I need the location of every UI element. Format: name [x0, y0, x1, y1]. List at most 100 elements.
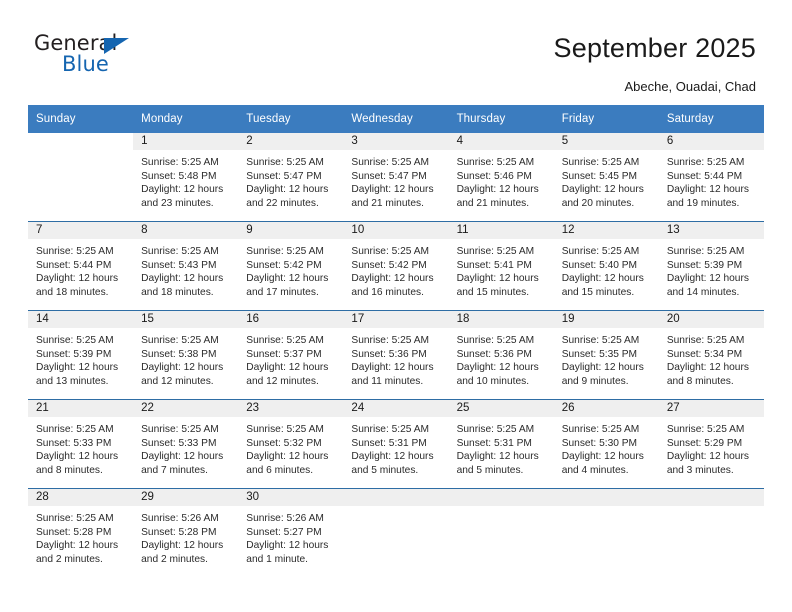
day-sun-info: Sunrise: 5:25 AM Sunset: 5:36 PM Daylight:…: [343, 328, 448, 388]
calendar-cell-inner: 21 Sunrise: 5:25 AM Sunset: 5:33 PM Dayligh…: [28, 400, 134, 488]
calendar-week-row: 28 Sunrise: 5:25 AM Sunset: 5:28 PM Dayligh…: [28, 488, 764, 577]
calendar-cell-inner: 17 Sunrise: 5:25 AM Sunset: 5:36 PM Dayligh…: [343, 311, 449, 399]
calendar-day-cell[interactable]: 19 Sunrise: 5:25 AM Sunset: 5:35 PM Dayligh…: [553, 310, 659, 400]
calendar-day-cell[interactable]: 14 Sunrise: 5:25 AM Sunset: 5:39 PM Dayligh…: [28, 310, 134, 400]
sunset-text: Sunset: 5:28 PM: [36, 526, 112, 538]
calendar-day-cell[interactable]: 22 Sunrise: 5:25 AM Sunset: 5:33 PM Dayligh…: [133, 399, 239, 489]
calendar-cell-inner: 22 Sunrise: 5:25 AM Sunset: 5:33 PM Dayligh…: [133, 400, 239, 488]
day-number: [343, 489, 449, 506]
day-number: 5: [553, 133, 659, 150]
calendar-week-row: 7 Sunrise: 5:25 AM Sunset: 5:44 PM Daylight…: [28, 221, 764, 311]
calendar-day-cell[interactable]: 16 Sunrise: 5:25 AM Sunset: 5:37 PM Dayligh…: [238, 310, 344, 400]
daylight-text-line1: Daylight: 12 hours: [351, 273, 434, 285]
calendar-day-cell[interactable]: 29 Sunrise: 5:26 AM Sunset: 5:28 PM Dayligh…: [133, 488, 239, 577]
sunrise-text: Sunrise: 5:26 AM: [141, 513, 219, 524]
daylight-text-line2: and 2 minutes.: [141, 553, 208, 565]
general-blue-logo[interactable]: General Blue: [34, 33, 164, 83]
sunrise-text: Sunrise: 5:25 AM: [456, 157, 535, 168]
daylight-text-line1: Daylight: 12 hours: [456, 451, 539, 463]
calendar-day-cell[interactable]: 26 Sunrise: 5:25 AM Sunset: 5:30 PM Dayligh…: [553, 399, 659, 489]
calendar-day-cell[interactable]: 30 Sunrise: 5:26 AM Sunset: 5:27 PM Dayligh…: [238, 488, 344, 577]
sunset-text: Sunset: 5:42 PM: [351, 259, 427, 271]
calendar-week-row: 21 Sunrise: 5:25 AM Sunset: 5:33 PM Dayligh…: [28, 399, 764, 489]
calendar-day-cell[interactable]: 12 Sunrise: 5:25 AM Sunset: 5:40 PM Dayligh…: [553, 221, 659, 311]
calendar-cell-inner: 16 Sunrise: 5:25 AM Sunset: 5:37 PM Dayligh…: [238, 311, 344, 399]
calendar-day-cell[interactable]: 25 Sunrise: 5:25 AM Sunset: 5:31 PM Dayligh…: [448, 399, 554, 489]
day-sun-info: Sunrise: 5:25 AM Sunset: 5:33 PM Daylight:…: [28, 417, 133, 477]
sunrise-text: Sunrise: 5:25 AM: [666, 157, 745, 168]
daylight-text-line1: Daylight: 12 hours: [36, 273, 119, 285]
day-number: [448, 489, 554, 506]
calendar-day-cell[interactable]: 10 Sunrise: 5:25 AM Sunset: 5:42 PM Dayligh…: [343, 221, 449, 311]
day-sun-info: Sunrise: 5:25 AM Sunset: 5:40 PM Daylight:…: [554, 239, 659, 299]
sunrise-text: Sunrise: 5:25 AM: [246, 424, 324, 435]
calendar-cell-inner: 1 Sunrise: 5:25 AM Sunset: 5:48 PM Daylight…: [133, 133, 239, 221]
calendar-day-cell[interactable]: 17 Sunrise: 5:25 AM Sunset: 5:36 PM Dayligh…: [343, 310, 449, 400]
sunset-text: Sunset: 5:36 PM: [456, 348, 532, 360]
daylight-text-line1: Daylight: 12 hours: [666, 362, 749, 374]
day-number: 27: [658, 400, 764, 417]
calendar-day-cell[interactable]: 7 Sunrise: 5:25 AM Sunset: 5:44 PM Daylight…: [28, 221, 134, 311]
weekday-header-saturday: Saturday: [658, 105, 764, 133]
calendar-day-cell[interactable]: 21 Sunrise: 5:25 AM Sunset: 5:33 PM Dayligh…: [28, 399, 134, 489]
calendar-day-cell[interactable]: 2 Sunrise: 5:25 AM Sunset: 5:47 PM Daylight…: [238, 133, 344, 222]
calendar-day-cell[interactable]: 13 Sunrise: 5:25 AM Sunset: 5:39 PM Dayligh…: [658, 221, 764, 311]
sunset-text: Sunset: 5:36 PM: [351, 348, 427, 360]
calendar-cell-inner: 27 Sunrise: 5:25 AM Sunset: 5:29 PM Dayligh…: [658, 400, 764, 488]
weekday-header-friday: Friday: [553, 105, 659, 133]
calendar-day-cell[interactable]: 24 Sunrise: 5:25 AM Sunset: 5:31 PM Dayligh…: [343, 399, 449, 489]
page-subtitle-location: Abeche, Ouadai, Chad: [624, 79, 756, 94]
calendar-day-cell[interactable]: 11 Sunrise: 5:25 AM Sunset: 5:41 PM Dayligh…: [448, 221, 554, 311]
weekday-header-sunday: Sunday: [28, 105, 134, 133]
daylight-text-line2: and 16 minutes.: [351, 286, 424, 298]
sunrise-text: Sunrise: 5:25 AM: [561, 157, 640, 168]
day-number: 29: [133, 489, 239, 506]
sunrise-text: Sunrise: 5:25 AM: [561, 424, 640, 435]
day-number: 8: [133, 222, 239, 239]
calendar-day-cell[interactable]: 6 Sunrise: 5:25 AM Sunset: 5:44 PM Daylight…: [658, 133, 764, 222]
calendar-day-cell[interactable]: 28 Sunrise: 5:25 AM Sunset: 5:28 PM Dayligh…: [28, 488, 134, 577]
calendar-day-cell[interactable]: 9 Sunrise: 5:25 AM Sunset: 5:42 PM Daylight…: [238, 221, 344, 311]
calendar-day-cell[interactable]: 4 Sunrise: 5:25 AM Sunset: 5:46 PM Daylight…: [448, 133, 554, 222]
calendar-day-cell[interactable]: 8 Sunrise: 5:25 AM Sunset: 5:43 PM Daylight…: [133, 221, 239, 311]
sunrise-text: Sunrise: 5:25 AM: [141, 335, 219, 346]
sunset-text: Sunset: 5:32 PM: [246, 437, 322, 449]
daylight-text-line2: and 10 minutes.: [456, 375, 530, 387]
calendar-cell-inner: 30 Sunrise: 5:26 AM Sunset: 5:27 PM Dayligh…: [238, 489, 344, 577]
daylight-text-line1: Daylight: 12 hours: [456, 273, 539, 285]
day-sun-info: Sunrise: 5:25 AM Sunset: 5:38 PM Daylight:…: [133, 328, 238, 388]
calendar-cell-inner: [343, 489, 449, 577]
calendar-day-cell[interactable]: 3 Sunrise: 5:25 AM Sunset: 5:47 PM Daylight…: [343, 133, 449, 222]
daylight-text-line2: and 3 minutes.: [666, 464, 734, 476]
day-number: 20: [658, 311, 764, 328]
day-sun-info: Sunrise: 5:25 AM Sunset: 5:43 PM Daylight:…: [133, 239, 238, 299]
calendar-day-cell[interactable]: 20 Sunrise: 5:25 AM Sunset: 5:34 PM Dayligh…: [658, 310, 764, 400]
sunrise-text: Sunrise: 5:25 AM: [36, 513, 114, 524]
sunset-text: Sunset: 5:35 PM: [561, 348, 638, 360]
weekday-header-monday: Monday: [133, 105, 239, 133]
daylight-text-line2: and 5 minutes.: [456, 464, 524, 476]
daylight-text-line2: and 6 minutes.: [246, 464, 314, 476]
calendar-cell-inner: 18 Sunrise: 5:25 AM Sunset: 5:36 PM Dayligh…: [448, 311, 554, 399]
day-sun-info: Sunrise: 5:25 AM Sunset: 5:42 PM Daylight:…: [238, 239, 343, 299]
calendar-day-cell[interactable]: 15 Sunrise: 5:25 AM Sunset: 5:38 PM Dayligh…: [133, 310, 239, 400]
calendar-cell-inner: 4 Sunrise: 5:25 AM Sunset: 5:46 PM Daylight…: [448, 133, 554, 221]
calendar-day-cell[interactable]: 27 Sunrise: 5:25 AM Sunset: 5:29 PM Dayligh…: [658, 399, 764, 489]
daylight-text-line1: Daylight: 12 hours: [561, 273, 644, 285]
calendar-cell-inner: 8 Sunrise: 5:25 AM Sunset: 5:43 PM Daylight…: [133, 222, 239, 310]
day-number: 6: [658, 133, 764, 150]
sunrise-text: Sunrise: 5:25 AM: [246, 246, 324, 257]
calendar-day-cell[interactable]: 5 Sunrise: 5:25 AM Sunset: 5:45 PM Daylight…: [553, 133, 659, 222]
calendar-grid: Sunday Monday Tuesday Wednesday Thursday…: [28, 105, 764, 577]
day-sun-info: Sunrise: 5:25 AM Sunset: 5:34 PM Daylight:…: [659, 328, 764, 388]
day-sun-info: Sunrise: 5:25 AM Sunset: 5:48 PM Daylight:…: [133, 150, 238, 210]
daylight-text-line1: Daylight: 12 hours: [141, 540, 224, 552]
day-number: 23: [238, 400, 344, 417]
calendar-cell-inner: 7 Sunrise: 5:25 AM Sunset: 5:44 PM Daylight…: [28, 222, 134, 310]
sunrise-text: Sunrise: 5:25 AM: [246, 335, 324, 346]
calendar-day-cell[interactable]: 23 Sunrise: 5:25 AM Sunset: 5:32 PM Dayligh…: [238, 399, 344, 489]
calendar-day-cell[interactable]: 1 Sunrise: 5:25 AM Sunset: 5:48 PM Daylight…: [133, 133, 239, 222]
calendar-cell-inner: 14 Sunrise: 5:25 AM Sunset: 5:39 PM Dayligh…: [28, 311, 134, 399]
calendar-day-cell[interactable]: 18 Sunrise: 5:25 AM Sunset: 5:36 PM Dayligh…: [448, 310, 554, 400]
sunrise-text: Sunrise: 5:25 AM: [141, 157, 219, 168]
